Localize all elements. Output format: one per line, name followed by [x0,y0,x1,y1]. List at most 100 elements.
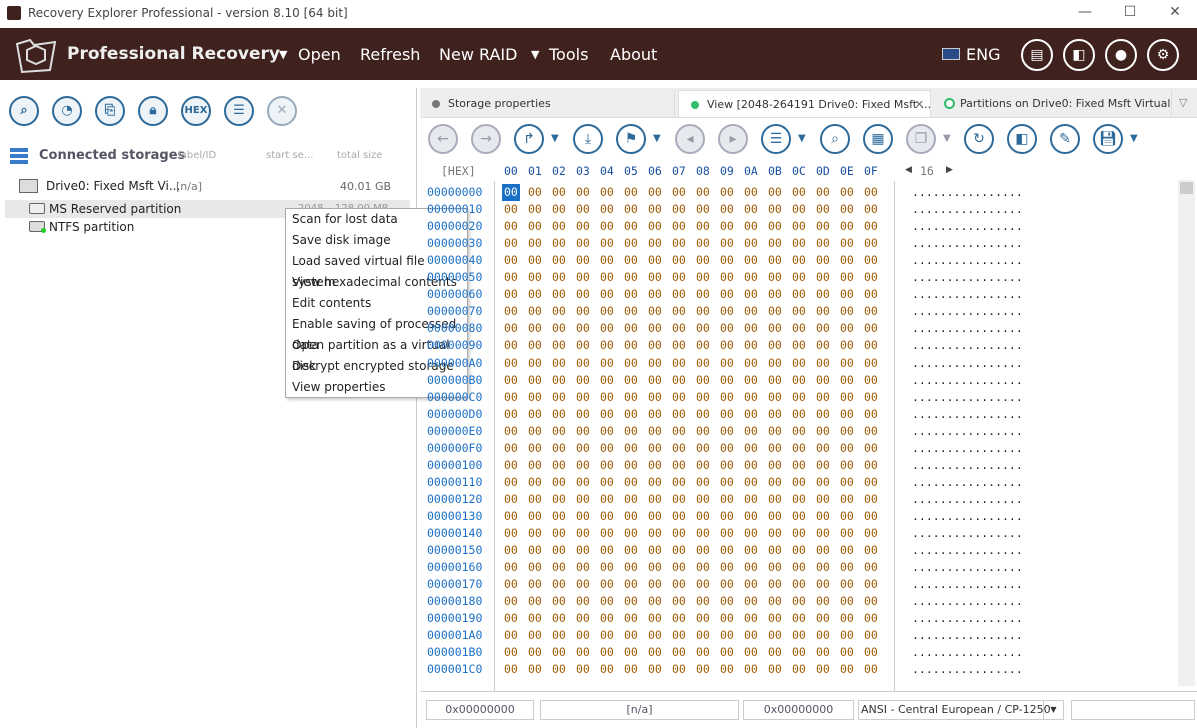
hex-byte[interactable]: 00 [840,286,854,303]
menu-refresh[interactable]: Refresh [360,45,420,64]
hex-byte[interactable]: 00 [576,627,590,644]
hex-byte[interactable]: 00 [696,406,710,423]
hex-byte[interactable]: 00 [744,440,758,457]
hex-byte[interactable]: 00 [696,593,710,610]
hex-byte[interactable]: 00 [552,610,566,627]
hex-byte[interactable]: 00 [504,201,518,218]
hex-byte[interactable]: 00 [576,355,590,372]
hex-byte[interactable]: 00 [672,252,686,269]
hex-byte[interactable]: 00 [720,389,734,406]
drive-row[interactable]: Drive0: Fixed Msft Vi... [n/a] 40.01 GB [0,176,417,196]
hex-byte[interactable]: 00 [840,627,854,644]
hex-byte[interactable]: 00 [792,508,806,525]
hex-byte[interactable]: 00 [840,525,854,542]
hex-byte[interactable]: 00 [600,184,614,201]
ascii-text[interactable]: ................ [912,474,1023,491]
hex-byte[interactable]: 00 [816,184,830,201]
hex-byte[interactable]: 00 [552,218,566,235]
open-dropdown-icon[interactable]: ▼ [279,48,287,61]
hex-byte[interactable]: 00 [744,372,758,389]
ascii-text[interactable]: ................ [912,440,1023,457]
hex-byte[interactable]: 00 [672,559,686,576]
hex-byte[interactable]: 00 [624,337,638,354]
hex-byte[interactable]: 00 [600,525,614,542]
hex-byte[interactable]: 00 [648,559,662,576]
menu-open[interactable]: Open [298,45,341,64]
menu-new-raid[interactable]: New RAID [439,45,517,64]
hex-byte[interactable]: 00 [672,440,686,457]
refresh-icon[interactable]: ↻ [964,124,994,154]
hex-byte[interactable]: 00 [840,372,854,389]
bookmark-dropdown-icon[interactable]: ▼ [653,133,661,144]
hex-byte[interactable]: 00 [600,661,614,678]
hex-byte[interactable]: 00 [600,355,614,372]
hex-byte[interactable]: 00 [504,218,518,235]
hex-byte[interactable]: 00 [816,508,830,525]
scan-partition-icon[interactable]: ◔ [52,96,82,126]
hex-byte[interactable]: 00 [696,252,710,269]
hex-byte[interactable]: 00 [624,372,638,389]
hex-byte[interactable]: 00 [672,320,686,337]
hex-byte[interactable]: 00 [504,661,518,678]
hex-byte[interactable]: 00 [648,542,662,559]
hex-byte[interactable]: 00 [552,235,566,252]
hex-byte[interactable]: 00 [504,423,518,440]
hex-byte[interactable]: 00 [864,184,878,201]
hex-byte[interactable]: 00 [792,644,806,661]
hex-byte[interactable]: 00 [600,508,614,525]
hex-byte[interactable]: 00 [840,303,854,320]
hex-byte[interactable]: 00 [624,457,638,474]
hex-byte[interactable]: 00 [744,286,758,303]
hex-byte[interactable]: 00 [600,576,614,593]
hex-byte[interactable]: 00 [840,559,854,576]
hex-byte[interactable]: 00 [552,201,566,218]
hex-byte[interactable]: 00 [864,508,878,525]
ascii-text[interactable]: ................ [912,252,1023,269]
hex-byte[interactable]: 00 [672,491,686,508]
hex-byte[interactable]: 00 [672,406,686,423]
hex-byte[interactable]: 00 [576,406,590,423]
hex-byte[interactable]: 00 [648,389,662,406]
ascii-text[interactable]: ................ [912,457,1023,474]
hex-byte[interactable]: 00 [744,542,758,559]
hex-byte[interactable]: 00 [696,201,710,218]
hex-byte[interactable]: 00 [600,303,614,320]
width-decrease-icon[interactable]: ◀ [905,165,912,175]
hex-byte[interactable]: 00 [696,661,710,678]
hex-byte[interactable]: 00 [720,184,734,201]
hex-byte[interactable]: 00 [672,474,686,491]
hex-byte[interactable]: 00 [816,644,830,661]
hex-byte[interactable]: 00 [504,389,518,406]
panel-toggle-button[interactable]: ◧ [1063,39,1095,71]
hex-byte[interactable]: 00 [840,201,854,218]
hex-byte[interactable]: 00 [528,372,542,389]
hex-byte[interactable]: 00 [576,525,590,542]
hex-byte[interactable]: 00 [600,201,614,218]
hex-byte[interactable]: 00 [816,440,830,457]
hex-byte[interactable]: 00 [744,235,758,252]
hex-byte[interactable]: 00 [648,593,662,610]
hex-byte[interactable]: 00 [552,593,566,610]
hex-byte[interactable]: 00 [528,201,542,218]
hex-byte[interactable]: 00 [576,201,590,218]
hex-byte[interactable]: 00 [696,423,710,440]
hex-byte[interactable]: 00 [768,593,782,610]
hex-byte[interactable]: 00 [696,576,710,593]
hex-byte[interactable]: 00 [720,610,734,627]
hex-byte[interactable]: 00 [816,286,830,303]
hex-byte[interactable]: 00 [600,218,614,235]
hex-byte[interactable]: 00 [840,491,854,508]
hex-byte[interactable]: 00 [696,440,710,457]
hex-byte[interactable]: 00 [696,320,710,337]
hex-byte[interactable]: 00 [648,627,662,644]
hex-byte[interactable]: 00 [720,201,734,218]
hex-byte[interactable]: 00 [696,355,710,372]
hex-byte[interactable]: 00 [576,474,590,491]
hex-byte[interactable]: 00 [720,474,734,491]
hex-byte[interactable]: 00 [504,474,518,491]
hex-byte[interactable]: 00 [648,235,662,252]
ascii-text[interactable]: ................ [912,542,1023,559]
hex-byte[interactable]: 00 [864,269,878,286]
hex-byte[interactable]: 00 [600,406,614,423]
hex-byte[interactable]: 00 [600,337,614,354]
